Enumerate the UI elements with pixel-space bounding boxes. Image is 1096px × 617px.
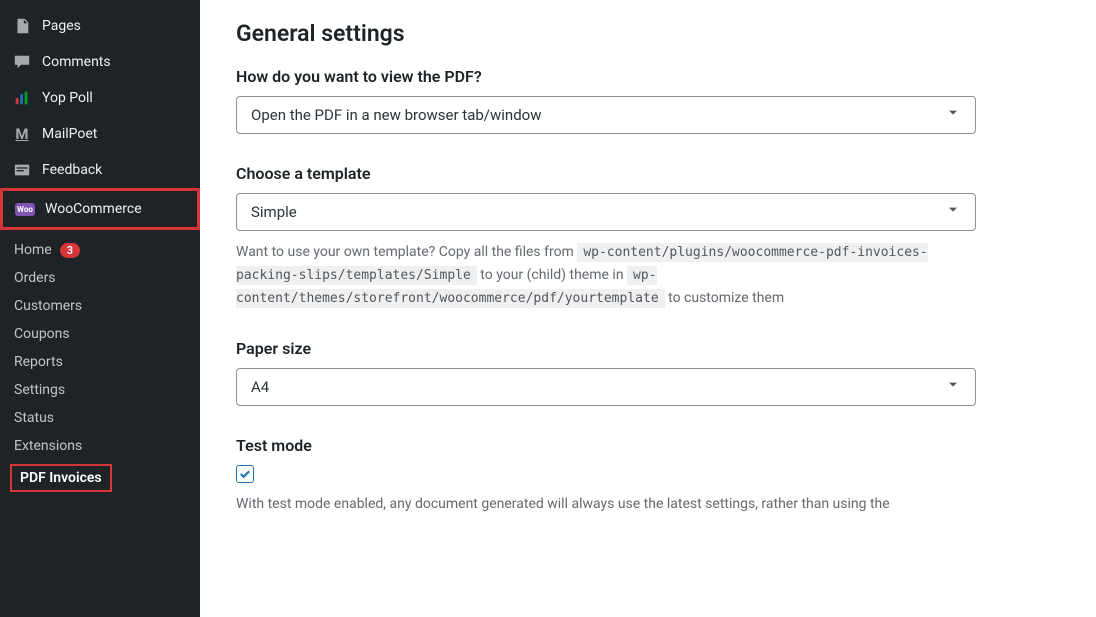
desc-text: Want to use your own template? Copy all … xyxy=(236,244,577,260)
sidebar-label: Comments xyxy=(42,54,111,70)
woocommerce-submenu: Home 3 Orders Customers Coupons Reports … xyxy=(0,230,200,498)
view-pdf-select[interactable]: Open the PDF in a new browser tab/window xyxy=(236,96,976,134)
select-value: A4 xyxy=(251,378,269,396)
submenu-label: Customers xyxy=(14,298,82,314)
field-template: Choose a template Simple Want to use you… xyxy=(236,164,1060,309)
submenu-label: Home xyxy=(14,242,52,258)
field-label: Test mode xyxy=(236,436,1060,455)
woocommerce-icon: Woo xyxy=(15,199,35,219)
select-value: Open the PDF in a new browser tab/window xyxy=(251,106,541,124)
sidebar-label: Pages xyxy=(42,18,81,34)
sidebar-label: WooCommerce xyxy=(45,201,142,217)
submenu-label: Orders xyxy=(14,270,56,286)
sidebar-label: MailPoet xyxy=(42,126,97,142)
field-test-mode: Test mode With test mode enabled, any do… xyxy=(236,436,1060,515)
template-description: Want to use your own template? Copy all … xyxy=(236,241,976,309)
submenu-item-reports[interactable]: Reports xyxy=(0,348,200,376)
poll-icon xyxy=(12,88,32,108)
sidebar-item-mailpoet[interactable]: M MailPoet xyxy=(0,116,200,152)
paper-size-select[interactable]: A4 xyxy=(236,368,976,406)
submenu-label: Settings xyxy=(14,382,65,398)
submenu-label: Reports xyxy=(14,354,63,370)
sidebar-label: Yop Poll xyxy=(42,90,93,106)
page-heading: General settings xyxy=(236,20,1060,47)
test-mode-checkbox[interactable] xyxy=(236,465,254,483)
pages-icon xyxy=(12,16,32,36)
field-label: How do you want to view the PDF? xyxy=(236,67,1060,86)
submenu-label: Extensions xyxy=(14,438,82,454)
submenu-item-home[interactable]: Home 3 xyxy=(0,236,200,264)
sidebar-item-woocommerce[interactable]: Woo WooCommerce xyxy=(0,188,200,230)
desc-text: to customize them xyxy=(668,290,784,306)
submenu-item-extensions[interactable]: Extensions xyxy=(0,432,200,460)
submenu-label: PDF Invoices xyxy=(20,470,102,486)
sidebar-item-feedback[interactable]: Feedback xyxy=(0,152,200,188)
select-value: Simple xyxy=(251,203,297,221)
submenu-item-coupons[interactable]: Coupons xyxy=(0,320,200,348)
submenu-item-customers[interactable]: Customers xyxy=(0,292,200,320)
submenu-item-pdf-invoices[interactable]: PDF Invoices xyxy=(10,464,112,492)
chevron-down-icon xyxy=(945,202,961,222)
desc-text: to your (child) theme in xyxy=(480,267,627,283)
submenu-label: Coupons xyxy=(14,326,70,342)
submenu-label: Status xyxy=(14,410,54,426)
comments-icon xyxy=(12,52,32,72)
field-view-pdf: How do you want to view the PDF? Open th… xyxy=(236,67,1060,134)
sidebar-item-comments[interactable]: Comments xyxy=(0,44,200,80)
test-mode-description: With test mode enabled, any document gen… xyxy=(236,493,976,515)
submenu-item-status[interactable]: Status xyxy=(0,404,200,432)
field-label: Paper size xyxy=(236,339,1060,358)
mailpoet-icon: M xyxy=(12,124,32,144)
badge-count: 3 xyxy=(60,243,80,258)
submenu-item-settings[interactable]: Settings xyxy=(0,376,200,404)
submenu-item-orders[interactable]: Orders xyxy=(0,264,200,292)
sidebar-item-yop-poll[interactable]: Yop Poll xyxy=(0,80,200,116)
template-select[interactable]: Simple xyxy=(236,193,976,231)
field-label: Choose a template xyxy=(236,164,1060,183)
field-paper-size: Paper size A4 xyxy=(236,339,1060,406)
chevron-down-icon xyxy=(945,377,961,397)
chevron-down-icon xyxy=(945,105,961,125)
sidebar-label: Feedback xyxy=(42,162,102,178)
feedback-icon xyxy=(12,160,32,180)
sidebar-item-pages[interactable]: Pages xyxy=(0,8,200,44)
